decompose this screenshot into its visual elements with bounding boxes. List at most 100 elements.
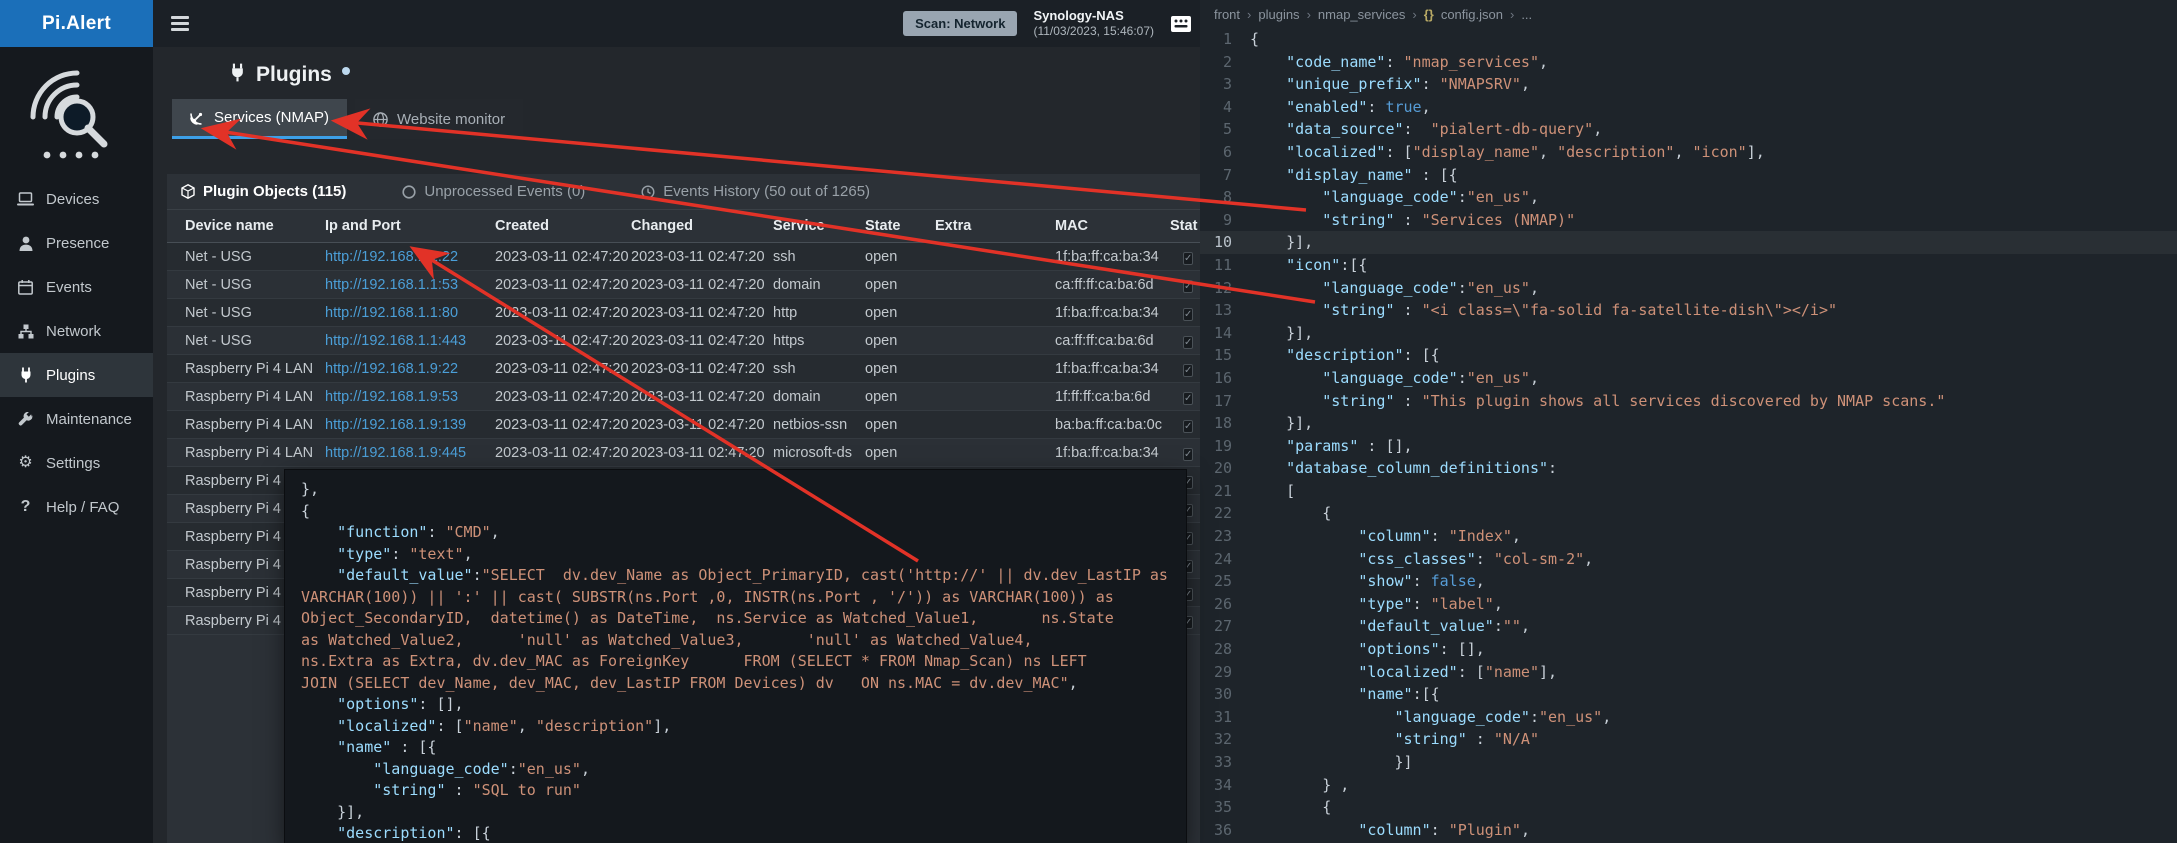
line-number: 32 <box>1200 728 1250 751</box>
ip-port-link[interactable]: http://192.168.1.1:53 <box>325 277 458 293</box>
overlay-code-line: "options": [], <box>301 694 1186 716</box>
editor-code-line: 9 "string" : "Services (NMAP)" <box>1200 209 2177 232</box>
json-file-icon: {} <box>1424 7 1434 22</box>
editor-code-line: 28 "options": [], <box>1200 638 2177 661</box>
sidebar-item-plugins[interactable]: Plugins <box>0 353 153 397</box>
column-header[interactable]: Ip and Port <box>325 218 495 234</box>
sidebar-item-label: Maintenance <box>46 411 132 428</box>
tab-website-monitor[interactable]: Website monitor <box>355 99 523 139</box>
row-checkbox[interactable]: ✓ <box>1183 420 1193 433</box>
line-number: 25 <box>1200 570 1250 593</box>
breadcrumb-item[interactable]: nmap_services <box>1318 7 1405 22</box>
editor-code-line: 30 "name":[{ <box>1200 683 2177 706</box>
ip-port-link[interactable]: http://192.168.1.9:22 <box>325 361 458 377</box>
changed-cell: 2023-03-11 02:47:20 <box>631 333 773 349</box>
subtab-label: Plugin Objects (115) <box>203 183 346 200</box>
sidebar-item-network[interactable]: Network <box>0 309 153 353</box>
sidebar-item-maintenance[interactable]: Maintenance <box>0 397 153 441</box>
host-timestamp: (11/03/2023, 15:46:07) <box>1033 24 1154 39</box>
tab-label: Website monitor <box>397 111 505 128</box>
column-header[interactable]: Extra <box>935 218 1055 234</box>
sidebar: Pi.Alert Devices Presence Events Network… <box>0 0 153 843</box>
tab-label: Services (NMAP) <box>214 109 329 126</box>
overlay-code-line: "language_code":"en_us", <box>301 759 1186 781</box>
column-header[interactable]: MAC <box>1055 218 1170 234</box>
editor-code-line: 36 "column": "Plugin", <box>1200 819 2177 842</box>
editor-code-line: 12 "language_code":"en_us", <box>1200 277 2177 300</box>
row-checkbox[interactable]: ✓ <box>1183 448 1193 461</box>
column-header[interactable]: Device name <box>185 218 325 234</box>
stat-cell: ✓ <box>1170 333 1200 349</box>
created-cell: 2023-03-11 02:47:20 <box>495 361 631 377</box>
line-number: 24 <box>1200 548 1250 571</box>
device-name-cell: Net - USG <box>185 333 325 349</box>
sidebar-item-settings[interactable]: ⚙ Settings <box>0 441 153 485</box>
editor-code-line: 32 "string" : "N/A" <box>1200 728 2177 751</box>
editor-code[interactable]: 1{2 "code_name": "nmap_services",3 "uniq… <box>1200 28 2177 843</box>
sidebar-item-label: Presence <box>46 235 109 252</box>
breadcrumb-item[interactable]: config.json <box>1441 7 1503 22</box>
breadcrumb-item[interactable]: ... <box>1521 7 1532 22</box>
line-number: 27 <box>1200 615 1250 638</box>
ip-port-cell: http://192.168.1.1:22 <box>325 249 495 265</box>
column-header[interactable]: Changed <box>631 218 773 234</box>
tab-services-nmap[interactable]: Services (NMAP) <box>172 99 347 139</box>
subtabs: Plugin Objects (115) Unprocessed Events … <box>167 174 1200 210</box>
ip-port-link[interactable]: http://192.168.1.1:443 <box>325 333 466 349</box>
mac-cell: 1f:ba:ff:ca:ba:34 <box>1055 249 1170 265</box>
row-checkbox[interactable]: ✓ <box>1183 336 1193 349</box>
column-header[interactable]: Stat <box>1170 218 1200 234</box>
subtab-plugin-objects[interactable]: Plugin Objects (115) <box>181 183 346 200</box>
ip-port-link[interactable]: http://192.168.1.9:445 <box>325 445 466 461</box>
column-header[interactable]: State <box>865 218 935 234</box>
editor-code-line: 27 "default_value":"", <box>1200 615 2177 638</box>
plug-icon <box>16 367 35 383</box>
line-number: 16 <box>1200 367 1250 390</box>
subtab-label: Unprocessed Events (0) <box>424 183 585 200</box>
row-checkbox[interactable]: ✓ <box>1183 392 1193 405</box>
breadcrumb-item[interactable]: plugins <box>1258 7 1299 22</box>
line-number: 6 <box>1200 141 1250 164</box>
service-cell: https <box>773 333 865 349</box>
row-checkbox[interactable]: ✓ <box>1183 252 1193 265</box>
hamburger-icon[interactable] <box>171 16 189 31</box>
ip-port-link[interactable]: http://192.168.1.1:22 <box>325 249 458 265</box>
sidebar-item-devices[interactable]: Devices <box>0 177 153 221</box>
column-header[interactable]: Created <box>495 218 631 234</box>
row-checkbox[interactable]: ✓ <box>1183 364 1193 377</box>
plugin-config-code-overlay[interactable]: },{ "function": "CMD", "type": "text", "… <box>285 470 1186 843</box>
device-name-cell: Raspberry Pi 4 LAN <box>185 361 325 377</box>
sidebar-item-events[interactable]: Events <box>0 265 153 309</box>
nas-icon[interactable] <box>1170 13 1192 35</box>
line-number: 36 <box>1200 819 1250 842</box>
sidebar-item-help[interactable]: ? Help / FAQ <box>0 485 153 529</box>
overlay-code-line: }, <box>301 479 1186 501</box>
ip-port-link[interactable]: http://192.168.1.9:53 <box>325 389 458 405</box>
subtab-unprocessed-events[interactable]: Unprocessed Events (0) <box>402 183 585 200</box>
overlay-code-line: VARCHAR(100)) || ':' || cast( SUBSTR(ns.… <box>301 587 1186 609</box>
ip-port-link[interactable]: http://192.168.1.1:80 <box>325 305 458 321</box>
sidebar-item-label: Events <box>46 279 92 296</box>
row-checkbox[interactable]: ✓ <box>1183 308 1193 321</box>
line-number: 2 <box>1200 51 1250 74</box>
column-header[interactable]: Service <box>773 218 865 234</box>
sidebar-item-presence[interactable]: Presence <box>0 221 153 265</box>
chevron-right-icon: › <box>1510 7 1514 22</box>
stat-cell: ✓ <box>1170 389 1200 405</box>
code-editor[interactable]: front› plugins› nmap_services› {} config… <box>1200 0 2177 843</box>
ip-port-link[interactable]: http://192.168.1.9:139 <box>325 417 466 433</box>
line-number: 23 <box>1200 525 1250 548</box>
mac-cell: ca:ff:ff:ca:ba:6d <box>1055 333 1170 349</box>
line-number: 34 <box>1200 774 1250 797</box>
row-checkbox[interactable]: ✓ <box>1183 280 1193 293</box>
service-cell: ssh <box>773 249 865 265</box>
subtab-events-history[interactable]: Events History (50 out of 1265) <box>641 183 870 200</box>
ip-port-cell: http://192.168.1.9:139 <box>325 417 495 433</box>
overlay-code-line: "function": "CMD", <box>301 522 1186 544</box>
breadcrumb-item[interactable]: front <box>1214 7 1240 22</box>
overlay-code-line: "string" : "SQL to run" <box>301 780 1186 802</box>
device-name-cell: Raspberry Pi 4 LAN <box>185 417 325 433</box>
editor-code-line: 20 "database_column_definitions": <box>1200 457 2177 480</box>
device-name-cell: Net - USG <box>185 305 325 321</box>
line-number: 17 <box>1200 390 1250 413</box>
